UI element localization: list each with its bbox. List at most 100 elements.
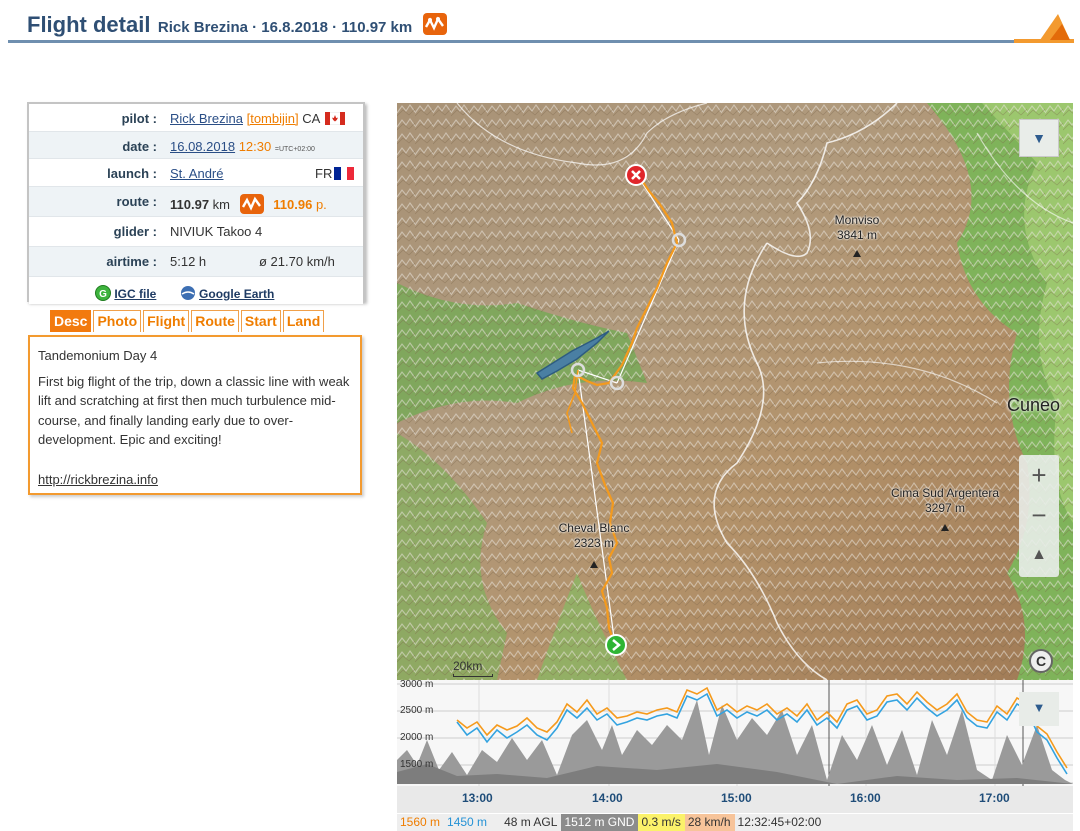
launch-country-wrap: FR bbox=[315, 166, 355, 181]
peak-label-monviso: Monviso 3841 m bbox=[805, 213, 909, 243]
launch-site-link[interactable]: St. André bbox=[170, 166, 223, 181]
igc-file-link[interactable]: IGC file bbox=[114, 287, 156, 301]
x-axis-label: 17:00 bbox=[979, 791, 1010, 805]
takeoff-marker-icon[interactable] bbox=[605, 634, 627, 656]
route-label: route : bbox=[116, 193, 157, 209]
igc-icon: G bbox=[95, 284, 111, 304]
info-row-pilot: pilot : Rick Brezina [tombijin] CA bbox=[29, 104, 363, 132]
google-earth-link[interactable]: Google Earth bbox=[199, 287, 274, 301]
zoom-in-button[interactable]: + bbox=[1019, 455, 1059, 495]
file-links: G IGC file Google Earth bbox=[95, 284, 274, 304]
flight-info-table: pilot : Rick Brezina [tombijin] CA date … bbox=[27, 102, 365, 304]
status-time: 12:32:45+02:00 bbox=[737, 815, 822, 829]
x-axis-label: 15:00 bbox=[721, 791, 752, 805]
chevron-down-icon: ▼ bbox=[1032, 130, 1046, 146]
route-points: 110.96 bbox=[273, 196, 313, 212]
peak-altitude: 2323 m bbox=[573, 536, 615, 550]
title-subtitle: Rick Brezina · 16.8.2018 · 110.97 km bbox=[157, 19, 413, 36]
airtime-label: airtime : bbox=[106, 253, 157, 269]
date-value: 16.08.2018 12:30 =UTC+02:00 bbox=[170, 139, 315, 154]
pilot-value: Rick Brezina [tombijin] CA bbox=[170, 111, 346, 126]
landing-marker-icon[interactable] bbox=[625, 164, 647, 186]
elevation-profile[interactable]: 3000 m 2500 m 2000 m 1500 m 13:00 14:00 … bbox=[397, 680, 1073, 813]
flag-france-icon bbox=[334, 167, 355, 180]
peak-altitude: 3297 m bbox=[924, 501, 966, 515]
peak-label-argentera: Cima Sud Argentera 3297 m bbox=[875, 486, 1015, 516]
status-speed: 28 km/h bbox=[684, 814, 735, 831]
route-distance: 110.97 bbox=[170, 196, 210, 212]
info-row-route: route : 110.97 km 110.96 p. bbox=[29, 186, 363, 217]
svg-text:G: G bbox=[99, 289, 107, 300]
status-ground: 1512 m GND bbox=[561, 814, 639, 831]
tab-flight[interactable]: Flight bbox=[143, 310, 190, 332]
peak-name: Cima Sud Argentera bbox=[890, 486, 1000, 500]
route-value: 110.97 km 110.96 p. bbox=[170, 193, 327, 217]
track-status-bar: 1560 m 1450 m 48 m AGL 1512 m GND 0.3 m/… bbox=[397, 814, 1073, 831]
y-axis-label: 1500 m bbox=[400, 759, 434, 770]
route-points-unit: p. bbox=[315, 196, 327, 212]
header-divider bbox=[8, 39, 1074, 43]
route-type-icon bbox=[422, 13, 447, 40]
launch-label: launch : bbox=[107, 166, 157, 181]
y-axis-label: 3000 m bbox=[400, 680, 434, 690]
copyright-icon[interactable]: C bbox=[1029, 649, 1053, 673]
launch-value: St. André bbox=[170, 166, 223, 181]
date-label: date : bbox=[122, 138, 157, 154]
compass-north-icon[interactable]: ▲ bbox=[1019, 535, 1059, 575]
pilot-link[interactable]: Rick Brezina bbox=[170, 111, 243, 126]
chevron-down-icon: ▼ bbox=[1032, 700, 1046, 715]
tab-start[interactable]: Start bbox=[240, 310, 281, 332]
description-panel: Tandemonium Day 4 First big flight of th… bbox=[28, 335, 362, 495]
map-layers-dropdown-button[interactable]: ▼ bbox=[1019, 119, 1059, 157]
x-axis-label: 16:00 bbox=[850, 791, 881, 805]
map-scale-label: 20km bbox=[453, 659, 483, 673]
info-row-files: G IGC file Google Earth bbox=[29, 276, 363, 304]
tab-land[interactable]: Land bbox=[282, 310, 325, 332]
launch-country: FR bbox=[315, 166, 333, 181]
peak-name: Cheval Blanc bbox=[558, 521, 630, 535]
detail-tabs: Desc Photo Flight Route Start Land bbox=[50, 310, 326, 332]
zoom-out-button[interactable]: − bbox=[1019, 495, 1059, 535]
tab-photo[interactable]: Photo bbox=[93, 310, 142, 332]
description-url-link[interactable]: http://rickbrezina.info bbox=[38, 472, 158, 487]
status-baro-altitude: 1450 m bbox=[447, 815, 488, 829]
status-vario: 0.3 m/s bbox=[638, 814, 685, 831]
pilot-username-link[interactable]: [tombijin] bbox=[247, 111, 299, 126]
info-row-date: date : 16.08.2018 12:30 =UTC+02:00 bbox=[29, 131, 363, 159]
glider-label: glider : bbox=[113, 223, 157, 239]
x-axis-label: 13:00 bbox=[462, 791, 493, 805]
description-body: First big flight of the trip, down a cla… bbox=[38, 373, 350, 448]
x-axis-label: 14:00 bbox=[592, 791, 623, 805]
flag-canada-icon bbox=[324, 111, 346, 126]
pilot-country: CA bbox=[302, 111, 320, 126]
peak-name: Monviso bbox=[834, 213, 880, 227]
free-flight-icon bbox=[239, 193, 264, 217]
time-value: 12:30 bbox=[238, 138, 272, 154]
description-title: Tandemonium Day 4 bbox=[38, 348, 158, 363]
status-agl: 48 m AGL bbox=[504, 815, 558, 829]
average-speed: ø 21.70 km/h bbox=[259, 253, 335, 269]
page-title: Flight detail Rick Brezina · 16.8.2018 ·… bbox=[27, 12, 447, 40]
info-row-launch: launch : St. André FR bbox=[29, 159, 363, 187]
flight-map[interactable]: Monviso 3841 m Cima Sud Argentera 3297 m… bbox=[397, 103, 1073, 680]
glider-value: NIVIUK Takoo 4 bbox=[170, 223, 263, 239]
date-link[interactable]: 16.08.2018 bbox=[170, 139, 235, 154]
peak-altitude: 3841 m bbox=[836, 228, 878, 242]
status-gps-altitude: 1560 m bbox=[400, 815, 441, 829]
map-scale-bar bbox=[453, 674, 493, 677]
terrain-map[interactable] bbox=[397, 103, 1073, 680]
y-axis-label: 2500 m bbox=[400, 705, 434, 716]
route-unit: km bbox=[212, 196, 231, 212]
pilot-label: pilot : bbox=[121, 111, 157, 126]
page-header: Flight detail Rick Brezina · 16.8.2018 ·… bbox=[0, 0, 1080, 50]
city-label: Cuneo bbox=[1007, 395, 1061, 415]
site-logo-icon[interactable] bbox=[1038, 12, 1072, 45]
google-earth-icon bbox=[180, 285, 196, 304]
tab-route[interactable]: Route bbox=[191, 310, 239, 332]
timezone-value: =UTC+02:00 bbox=[274, 145, 315, 153]
airtime-value: 5:12 h bbox=[170, 253, 207, 269]
title-text: Flight detail bbox=[27, 12, 151, 37]
profile-options-button[interactable]: ▼ bbox=[1019, 692, 1059, 726]
tab-desc[interactable]: Desc bbox=[50, 310, 92, 332]
info-row-airtime: airtime : 5:12 h ø 21.70 km/h bbox=[29, 246, 363, 277]
